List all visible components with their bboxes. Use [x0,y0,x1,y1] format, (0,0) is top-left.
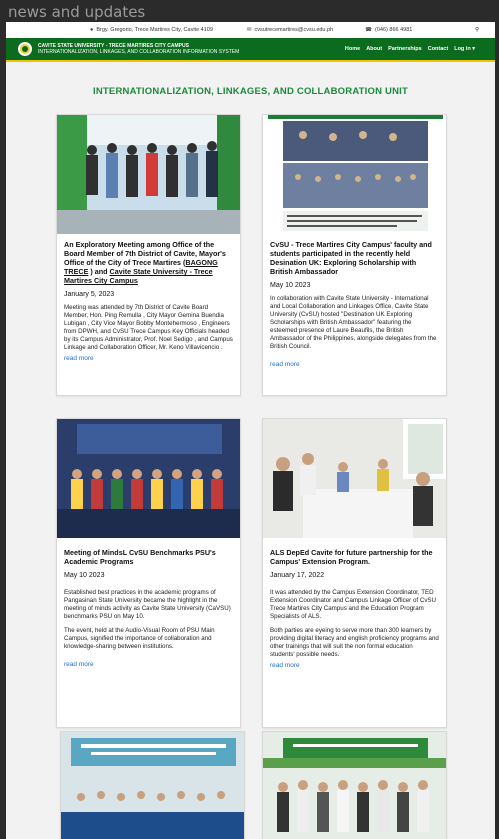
read-more-link[interactable]: read more [270,662,439,669]
news-card: Meeting of MindsL CvSU Benchmarks PSU's … [56,418,241,728]
news-card [60,731,245,839]
nav-menu: Home About Partnerships Contact Log in ▾ [345,46,475,52]
benchmark-group-image [57,419,240,538]
browser-page: ● Brgy. Gregorio, Trece Martires City, C… [6,22,495,839]
news-title[interactable]: An Exploratory Meeting among Office of t… [64,240,233,285]
university-logo[interactable] [18,42,32,56]
news-photo[interactable] [263,115,446,234]
envelope-icon: ✉ [246,27,252,33]
news-excerpt: In collaboration with Cavite State Unive… [270,295,437,350]
location-pin-icon: ● [90,27,94,33]
news-photo[interactable] [263,732,446,839]
chevron-down-icon: ▾ [472,46,475,52]
news-excerpt-2: Both parties are eyeing to serve more th… [270,626,439,658]
news-excerpt-2: The event, held at the Audio-Visual Room… [64,626,215,650]
nav-login[interactable]: Log in ▾ [454,46,475,52]
news-photo[interactable] [263,419,446,538]
read-more-link[interactable]: read more [64,355,233,362]
email-item[interactable]: ✉ cvsutrecemartires@cvsu.edu.ph [247,27,333,33]
news-excerpt: Meeting was attended by 7th District of … [64,304,233,351]
nav-contact[interactable]: Contact [428,46,448,52]
news-photo[interactable] [57,115,240,234]
group-event-image [263,732,446,839]
phone-item: ☎ (046) 866 4981 [365,27,412,33]
news-title[interactable]: Meeting of MindsL CvSU Benchmarks PSU's … [64,548,233,566]
address-item: ● Brgy. Gregorio, Trece Martires City, C… [90,27,213,33]
nav-login-label: Log in [454,46,471,52]
news-card: An Exploratory Meeting among Office of t… [56,114,241,396]
address-text: Brgy. Gregorio, Trece Martires City, Cav… [96,27,213,33]
partnership-meeting-image [263,419,446,538]
news-title-part-2: ) and [90,267,108,276]
news-photo[interactable] [57,419,240,538]
nav-home[interactable]: Home [345,46,360,52]
phone-text: (046) 866 4981 [375,27,413,33]
news-title[interactable]: CvSU - Trece Martires City Campus' facul… [270,240,439,276]
read-more-link[interactable]: read more [270,361,439,368]
nav-about[interactable]: About [366,46,382,52]
event-collage-image [263,115,446,234]
conference-image [61,732,244,839]
nav-partnerships[interactable]: Partnerships [388,46,422,52]
news-date: May 10 2023 [270,282,311,289]
window-title: news and updates [8,3,146,21]
news-date: January 5, 2023 [64,291,115,298]
brand-text: CAVITE STATE UNIVERSITY - TRECE MARTIRES… [38,43,239,55]
news-excerpt: It was attended by the Campus Extension … [270,589,437,620]
news-card [262,731,447,839]
contact-bar: ● Brgy. Gregorio, Trece Martires City, C… [6,22,495,38]
main-navbar: CAVITE STATE UNIVERSITY - TRECE MARTIRES… [6,38,495,62]
news-card: ALS DepEd Cavite for future partnership … [262,418,447,728]
news-date: January 17, 2022 [270,572,325,579]
brand-line-2: INTERNATIONALIZATION, LINKAGES, AND COLL… [38,49,240,55]
group-photo-image [57,115,240,234]
page-title: INTERNATIONALIZATION, LINKAGES, AND COLL… [93,86,408,97]
news-card: CvSU - Trece Martires City Campus' facul… [262,114,447,396]
email-text[interactable]: cvsutrecemartires@cvsu.edu.ph [255,27,334,33]
news-date: May 10 2023 [64,572,105,579]
phone-icon: ☎ [365,27,373,33]
read-more-link[interactable]: read more [64,661,233,668]
news-title[interactable]: ALS DepEd Cavite for future partnership … [270,548,439,566]
news-photo[interactable] [61,732,244,839]
news-excerpt: Established best practices in the academ… [64,589,231,620]
search-icon[interactable]: ⚲ [475,27,479,33]
